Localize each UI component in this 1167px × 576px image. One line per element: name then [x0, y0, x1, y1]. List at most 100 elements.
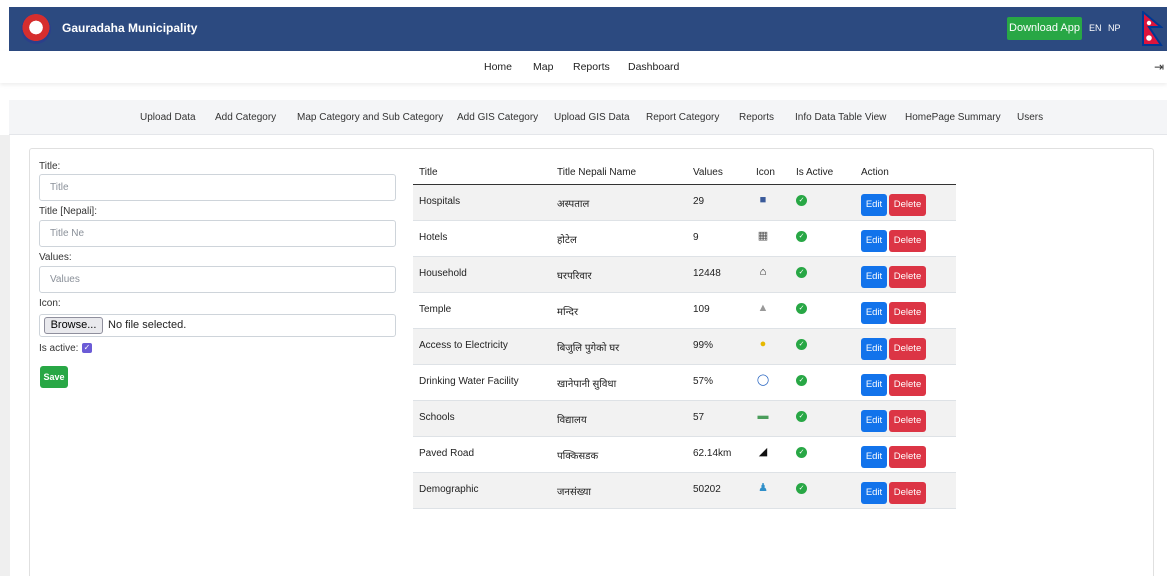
title-label: Title: [39, 161, 61, 172]
admin-nav-add-category[interactable]: Add Category [215, 112, 276, 123]
cell-value: 9 [693, 232, 699, 243]
admin-nav-upload-data[interactable]: Upload Data [140, 112, 196, 123]
table-row: Drinking Water Facility खानेपानी सुविधा … [413, 365, 956, 401]
title-nepali-input[interactable] [39, 220, 396, 247]
title-input[interactable] [39, 174, 396, 201]
nav-map[interactable]: Map [533, 61, 553, 73]
admin-nav-info-data-table[interactable]: Info Data Table View [795, 112, 886, 123]
table-row: Household घरपरिवार 12448 ⌂ ✓ Edit Delete [413, 257, 956, 293]
lang-np-toggle[interactable]: NP [1108, 23, 1121, 33]
admin-nav-reports[interactable]: Reports [739, 112, 774, 123]
values-input[interactable] [39, 266, 396, 293]
edit-button[interactable]: Edit [861, 194, 887, 216]
is-active-label: Is active: [39, 343, 79, 354]
cell-title-nepali: विद्यालय [557, 415, 587, 426]
edit-button[interactable]: Edit [861, 446, 887, 468]
school-icon: ▬ [757, 410, 769, 422]
edit-button[interactable]: Edit [861, 302, 887, 324]
top-header: Gauradaha Municipality Download App EN N… [9, 7, 1167, 51]
hotel-icon: ▦ [757, 230, 769, 242]
delete-button[interactable]: Delete [889, 266, 926, 288]
edit-button[interactable]: Edit [861, 230, 887, 252]
delete-button[interactable]: Delete [889, 374, 926, 396]
table-row: Access to Electricity बिजुलि पुगेको घर 9… [413, 329, 956, 365]
th-title: Title [419, 167, 438, 178]
edit-button[interactable]: Edit [861, 410, 887, 432]
active-check-icon: ✓ [796, 195, 807, 206]
water-tap-icon: ◯ [756, 374, 770, 386]
table-row: Demographic जनसंख्या 50202 ♟ ✓ Edit Dele… [413, 473, 956, 509]
icon-label: Icon: [39, 298, 61, 309]
brand-title[interactable]: Gauradaha Municipality [62, 21, 197, 35]
cell-value: 12448 [693, 268, 721, 279]
values-label: Values: [39, 252, 72, 263]
admin-nav-homepage-summary[interactable]: HomePage Summary [905, 112, 1001, 123]
municipality-emblem-icon[interactable] [21, 14, 51, 44]
nepal-flag-icon [1142, 11, 1163, 46]
admin-nav-users[interactable]: Users [1017, 112, 1043, 123]
th-title-nepali: Title Nepali Name [557, 167, 637, 178]
is-active-checkbox[interactable]: ✓ [82, 343, 92, 353]
light-bulb-icon: ● [759, 338, 767, 350]
active-check-icon: ✓ [796, 483, 807, 494]
cell-title: Hotels [419, 232, 448, 243]
admin-nav-add-gis-category[interactable]: Add GIS Category [457, 112, 538, 123]
cell-title: Access to Electricity [419, 340, 508, 351]
cell-value: 29 [693, 196, 705, 207]
lang-en-toggle[interactable]: EN [1089, 23, 1102, 33]
temple-icon: ▲ [757, 302, 769, 314]
delete-button[interactable]: Delete [889, 302, 926, 324]
delete-button[interactable]: Delete [889, 446, 926, 468]
logout-icon[interactable]: ⇥ [1154, 60, 1164, 74]
active-check-icon: ✓ [796, 447, 807, 458]
nav-dashboard[interactable]: Dashboard [628, 61, 679, 73]
cell-title: Household [419, 268, 467, 279]
nav-home[interactable]: Home [484, 61, 512, 73]
cell-title: Demographic [419, 484, 479, 495]
cell-title: Hospitals [419, 196, 461, 207]
download-app-button[interactable]: Download App [1007, 17, 1082, 40]
main-nav: Home Map Reports Dashboard ⇥ [0, 51, 1167, 83]
edit-button[interactable]: Edit [861, 338, 887, 360]
admin-nav-report-category[interactable]: Report Category [646, 112, 719, 123]
cell-title: Temple [419, 304, 452, 315]
th-values: Values [693, 167, 723, 178]
active-check-icon: ✓ [796, 375, 807, 386]
edit-button[interactable]: Edit [861, 374, 887, 396]
save-button[interactable]: Save [40, 366, 68, 388]
house-icon: ⌂ [759, 266, 767, 278]
delete-button[interactable]: Delete [889, 482, 926, 504]
th-is-active: Is Active [796, 167, 834, 178]
active-check-icon: ✓ [796, 303, 807, 314]
cell-value: 50202 [693, 484, 721, 495]
cell-title-nepali: खानेपानी सुविधा [557, 379, 617, 390]
active-check-icon: ✓ [796, 267, 807, 278]
table-row: Temple मन्दिर 109 ▲ ✓ Edit Delete [413, 293, 956, 329]
cell-title-nepali: जनसंख्या [557, 487, 591, 498]
nav-reports[interactable]: Reports [573, 61, 610, 73]
admin-nav-map-category[interactable]: Map Category and Sub Category [297, 112, 443, 123]
delete-button[interactable]: Delete [889, 410, 926, 432]
table-row: Hospitals अस्पताल 29 ■ ✓ Edit Delete [413, 185, 956, 221]
delete-button[interactable]: Delete [889, 230, 926, 252]
hospital-icon: ■ [759, 194, 767, 206]
table-row: Schools विद्यालय 57 ▬ ✓ Edit Delete [413, 401, 956, 437]
admin-nav: Upload Data Add Category Map Category an… [9, 100, 1167, 135]
delete-button[interactable]: Delete [889, 194, 926, 216]
cell-title: Drinking Water Facility [419, 376, 519, 387]
left-strip [0, 135, 10, 576]
th-icon: Icon [756, 167, 775, 178]
title-nepali-label: Title [Nepali]: [39, 206, 97, 217]
browse-button[interactable]: Browse... [44, 317, 103, 334]
cell-title-nepali: पक्किसडक [557, 451, 599, 462]
icon-file-input[interactable]: Browse... No file selected. [39, 314, 396, 337]
road-icon: ◢ [758, 446, 768, 458]
cell-title-nepali: मन्दिर [557, 307, 579, 318]
cell-value: 99% [693, 340, 714, 351]
delete-button[interactable]: Delete [889, 338, 926, 360]
admin-nav-upload-gis-data[interactable]: Upload GIS Data [554, 112, 630, 123]
table-row: Paved Road पक्किसडक 62.14km ◢ ✓ Edit Del… [413, 437, 956, 473]
edit-button[interactable]: Edit [861, 266, 887, 288]
cell-title-nepali: अस्पताल [557, 199, 590, 210]
edit-button[interactable]: Edit [861, 482, 887, 504]
